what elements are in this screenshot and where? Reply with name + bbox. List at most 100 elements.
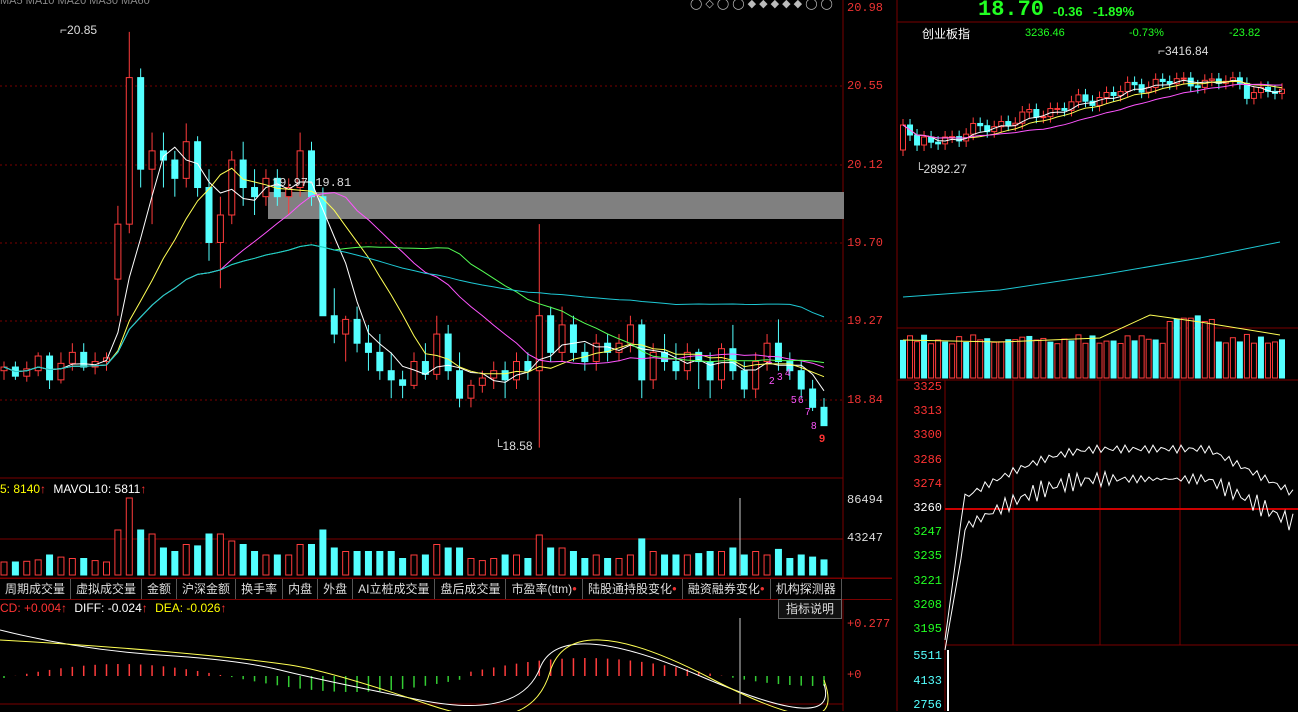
volume-bar xyxy=(319,529,327,576)
candle-body xyxy=(125,77,133,225)
index-candle-body xyxy=(1124,81,1131,93)
indicator-tab-bar: 周期成交量 虚拟成交量 金额 沪深金额 换手率 内盘 外盘 AI立桩成交量 盘后… xyxy=(0,578,892,600)
volume-bar xyxy=(285,554,293,576)
volume-bar xyxy=(820,559,828,576)
candle-body xyxy=(68,351,76,364)
volume-bar xyxy=(581,558,589,576)
index-volume-bar xyxy=(1194,315,1201,379)
volume-bar xyxy=(228,540,236,576)
candle-body xyxy=(547,315,555,353)
intraday-axis-label: 3208 xyxy=(913,598,942,612)
intraday-axis-label: 3313 xyxy=(913,404,942,418)
intraday-price-line xyxy=(944,469,1294,651)
index-volume-bar xyxy=(1250,342,1257,379)
volume-bar xyxy=(68,558,76,576)
index-candle-body xyxy=(1103,91,1110,99)
candle-body xyxy=(558,324,566,353)
volume-bar xyxy=(330,547,338,576)
index-candle-body xyxy=(921,136,928,146)
volume-bar xyxy=(524,558,532,576)
volume-axis-label: 86494 xyxy=(847,493,884,507)
volume-bar xyxy=(194,545,202,576)
volume-bar xyxy=(57,556,65,576)
candle-body xyxy=(80,351,88,368)
index-name[interactable]: 创业板指 xyxy=(922,25,970,42)
tab-northbound[interactable]: 陆股通持股变化● xyxy=(583,579,683,599)
volume-header: 5: 8140↑ MAVOL10: 5811↑ xyxy=(0,482,147,496)
index-volume-bar xyxy=(1082,342,1089,379)
index-volume-bar xyxy=(1229,337,1236,379)
price-change: -0.36 xyxy=(1053,4,1083,19)
index-candle-body xyxy=(1096,97,1103,106)
tab-inner[interactable]: 内盘 xyxy=(283,579,319,599)
index-volume-bar xyxy=(1264,342,1271,379)
tab-virtual-volume[interactable]: 虚拟成交量 xyxy=(71,579,143,599)
indicator-help-button[interactable]: 指标说明 xyxy=(778,599,842,619)
tab-pe-ttm[interactable]: 市盈率(ttm)● xyxy=(506,579,583,599)
index-volume-bar xyxy=(1124,335,1131,379)
tab-institution[interactable]: 机构探测器 xyxy=(771,579,842,599)
price-axis-label: 20.55 xyxy=(847,79,884,93)
volume-bar xyxy=(501,554,509,576)
volume-bar xyxy=(615,558,623,576)
volume-bar xyxy=(604,558,612,576)
index-volume-bar xyxy=(1110,340,1117,379)
index-candle-body xyxy=(1166,81,1173,85)
index-low-marker: └2892.27 xyxy=(915,162,967,176)
volume-bar xyxy=(125,497,133,576)
volume-bar xyxy=(182,544,190,576)
tab-margin[interactable]: 融资融券变化● xyxy=(683,579,771,599)
tab-amount[interactable]: 金额 xyxy=(142,579,178,599)
tab-after-hours[interactable]: 盘后成交量 xyxy=(435,579,507,599)
index-volume-bar xyxy=(1138,335,1145,379)
candle-body xyxy=(137,77,145,170)
index-volume-bar xyxy=(1089,335,1096,379)
volume-bar xyxy=(159,547,167,576)
intraday-axis-label: 3260 xyxy=(913,501,942,515)
volume-bar xyxy=(46,554,54,576)
index-volume-bar xyxy=(1145,338,1152,379)
intraday-chart xyxy=(944,444,1294,711)
current-price: 18.70 xyxy=(978,0,1045,22)
index-candle-body xyxy=(1054,107,1061,110)
price-change-pct: -1.89% xyxy=(1093,4,1135,19)
candle-body xyxy=(171,159,179,179)
candle-body xyxy=(399,379,407,386)
intraday-axis-label: 3300 xyxy=(913,428,942,442)
intraday-axis-label: 3286 xyxy=(913,453,942,467)
volume-bar xyxy=(695,553,703,576)
volume-bar xyxy=(205,533,213,576)
index-volume-bar xyxy=(935,339,942,379)
index-volume-bar xyxy=(1047,341,1054,379)
sequence-label: 3 xyxy=(777,372,783,383)
tab-ai-volume[interactable]: AI立桩成交量 xyxy=(353,579,436,599)
tab-period-volume[interactable]: 周期成交量 xyxy=(0,579,72,599)
intraday-vol-axis-label: 4133 xyxy=(913,674,942,688)
volume-bar xyxy=(114,529,122,576)
index-volume-bar xyxy=(991,341,998,379)
volume-bars xyxy=(0,497,828,576)
high-price-marker: ⌐20.85 xyxy=(60,23,98,37)
candle-body xyxy=(342,318,350,335)
candle-body xyxy=(57,362,65,381)
toolbar-icons[interactable]: ◯ ◇ ◯ ◯ ◆ ◆ ◆ ◆ ◆ ◯ ◯ xyxy=(690,0,833,10)
index-volume-bar xyxy=(1103,340,1110,379)
candle-body xyxy=(797,370,805,390)
volume-bar xyxy=(683,554,691,576)
sequence-label: 6 xyxy=(798,395,804,406)
candle-body xyxy=(456,370,464,399)
tab-turnover[interactable]: 换手率 xyxy=(236,579,284,599)
volume-bar xyxy=(148,533,156,576)
index-volume-bar xyxy=(1068,340,1075,379)
sequence-label: 7 xyxy=(805,407,811,418)
macd-axis-label: +0 xyxy=(847,668,862,682)
sequence-label: 2 xyxy=(769,376,775,387)
index-volume-bar xyxy=(1243,333,1250,379)
macd-axis-label: +0.277 xyxy=(847,617,891,631)
volume-bar xyxy=(387,551,395,576)
tab-outer[interactable]: 外盘 xyxy=(318,579,354,599)
candle-body xyxy=(490,370,498,379)
volume-bar xyxy=(797,554,805,576)
tab-hs-amount[interactable]: 沪深金额 xyxy=(177,579,237,599)
index-candle-body xyxy=(1110,91,1117,96)
